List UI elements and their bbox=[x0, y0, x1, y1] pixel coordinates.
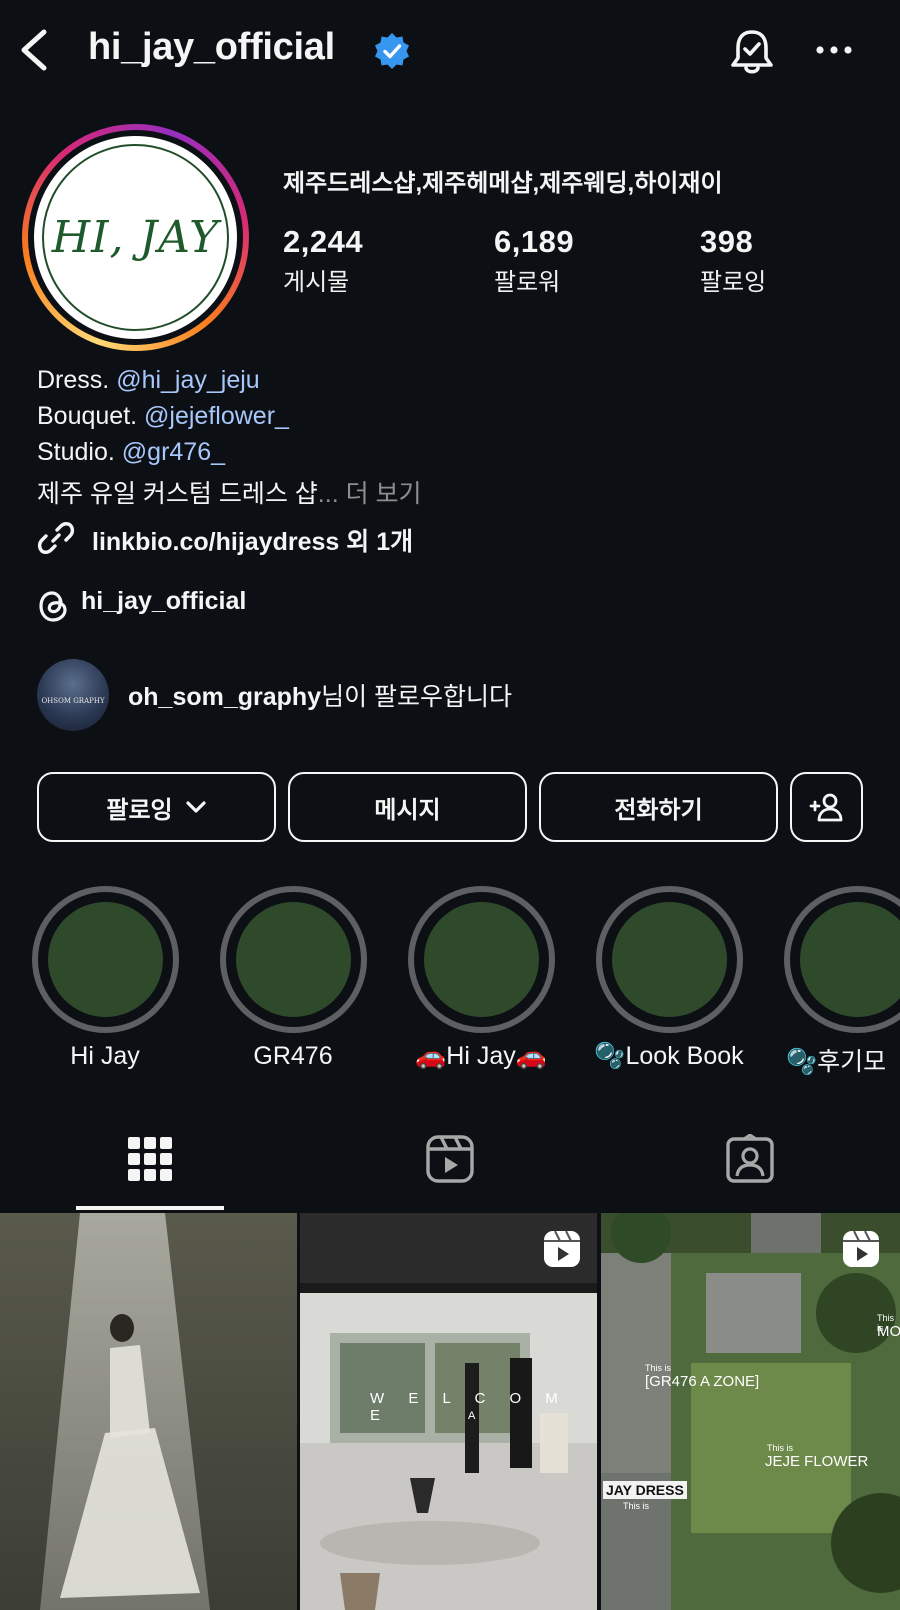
video-overlay-subtext: A bbox=[468, 1410, 476, 1422]
following-count-label: 팔로잉 bbox=[700, 269, 767, 296]
map-label-mo: MO bbox=[877, 1323, 900, 1340]
bio-line-dress: Dress. @hi_jay_jeju bbox=[37, 366, 260, 395]
following-button-label: 팔로잉 bbox=[106, 796, 173, 824]
aerial-map-video-thumbnail bbox=[601, 1213, 900, 1610]
posts-count-value: 2,244 bbox=[283, 224, 364, 259]
highlight-reviews[interactable] bbox=[784, 886, 900, 1033]
bio-more-button[interactable]: 더 보기 bbox=[339, 480, 422, 508]
highlight-label: 🫧후기모 bbox=[786, 1048, 887, 1076]
highlight-label: 🚗Hi Jay🚗 bbox=[415, 1042, 547, 1070]
message-button[interactable]: 메시지 bbox=[288, 772, 527, 842]
map-caption-small: This is bbox=[623, 1501, 650, 1511]
chevron-down-icon bbox=[186, 801, 206, 813]
add-user-button[interactable] bbox=[790, 772, 863, 842]
message-button-label: 메시지 bbox=[374, 796, 441, 824]
reels-icon[interactable] bbox=[425, 1134, 475, 1184]
following-count-value: 398 bbox=[700, 224, 754, 259]
highlight-look-book[interactable] bbox=[596, 886, 743, 1033]
verified-icon bbox=[375, 33, 409, 69]
bio-prefix: Bouquet. bbox=[37, 402, 145, 430]
reel-indicator-icon bbox=[544, 1230, 580, 1267]
profile-link[interactable]: linkbio.co/hijaydress 외 1개 bbox=[92, 522, 413, 558]
highlight-hi-jay[interactable] bbox=[32, 886, 179, 1033]
profile-username: hi_jay_official bbox=[88, 26, 335, 68]
bio-line-bouquet: Bouquet. @jejeflower_ bbox=[37, 402, 289, 431]
highlight-label: Hi Jay bbox=[70, 1042, 140, 1070]
followed-by-suffix: 님이 팔로우합니다 bbox=[321, 683, 513, 711]
bio-ellipsis: ... bbox=[317, 480, 339, 508]
post-tile-1[interactable] bbox=[0, 1213, 297, 1610]
bio-prefix: Studio. bbox=[37, 438, 122, 466]
avatar-logo-text: HI, JAY bbox=[51, 212, 220, 263]
call-button[interactable]: 전화하기 bbox=[539, 772, 778, 842]
mention-link[interactable]: @hi_jay_jeju bbox=[116, 366, 260, 394]
threads-handle[interactable]: hi_jay_official bbox=[81, 587, 246, 616]
follower-avatar[interactable]: OHSOM GRAPHY bbox=[37, 659, 109, 731]
map-caption-small: This is bbox=[645, 1363, 672, 1373]
profile-avatar[interactable]: HI, JAY bbox=[22, 124, 249, 351]
mention-link[interactable]: @jejeflower_ bbox=[144, 402, 289, 430]
posts-count-label: 게시물 bbox=[283, 269, 350, 296]
map-label-jeje-flower: JEJE FLOWER bbox=[765, 1453, 869, 1470]
followers-count-label: 팔로워 bbox=[494, 269, 561, 296]
following-count[interactable]: 398 팔로잉 bbox=[700, 224, 766, 297]
link-icon bbox=[37, 522, 75, 554]
highlight-hi-jay-car[interactable] bbox=[408, 886, 555, 1033]
followed-by-text[interactable]: oh_som_graphy님이 팔로우합니다 bbox=[128, 677, 512, 713]
map-caption-small: This is bbox=[767, 1443, 794, 1453]
add-user-icon bbox=[809, 793, 842, 822]
more-icon[interactable] bbox=[814, 40, 860, 60]
mention-link[interactable]: @gr476_ bbox=[122, 438, 225, 466]
back-icon[interactable] bbox=[14, 24, 54, 76]
bride-veil-photo bbox=[0, 1213, 297, 1610]
highlight-label: GR476 bbox=[253, 1042, 333, 1070]
post-tile-3[interactable]: This is [GR476 A ZONE] This is JEJE FLOW… bbox=[601, 1213, 900, 1610]
call-button-label: 전화하기 bbox=[614, 796, 703, 824]
grid-icon[interactable] bbox=[125, 1134, 175, 1184]
active-tab-indicator bbox=[76, 1206, 224, 1210]
highlight-label: 🫧Look Book bbox=[594, 1042, 744, 1070]
bio-prefix: Dress. bbox=[37, 366, 117, 394]
posts-count[interactable]: 2,244 게시물 bbox=[283, 224, 363, 297]
profile-category: 제주드레스샵,제주헤메샵,제주웨딩,하이재이 bbox=[283, 170, 723, 197]
followed-by-username: oh_som_graphy bbox=[128, 683, 322, 711]
map-label-jay-dress: JAY DRESS bbox=[603, 1481, 687, 1499]
highlight-gr476[interactable] bbox=[220, 886, 367, 1033]
map-label-gr476: [GR476 A ZONE] bbox=[645, 1373, 760, 1390]
followers-count[interactable]: 6,189 팔로워 bbox=[494, 224, 574, 297]
reel-indicator-icon bbox=[843, 1230, 879, 1267]
tagged-icon[interactable] bbox=[725, 1134, 775, 1184]
threads-icon[interactable] bbox=[36, 587, 70, 625]
followers-count-value: 6,189 bbox=[494, 224, 575, 259]
following-button[interactable]: 팔로잉 bbox=[37, 772, 276, 842]
post-tile-2[interactable]: W E L C O M E A bbox=[300, 1213, 597, 1610]
bell-icon[interactable] bbox=[726, 26, 778, 78]
video-overlay-text: W E L C O M E bbox=[370, 1390, 568, 1424]
follower-avatar-text: OHSOM GRAPHY bbox=[41, 697, 105, 705]
bio-description: 제주 유일 커스텀 드레스 샵... 더 보기 bbox=[37, 474, 422, 510]
bio-line-studio: Studio. @gr476_ bbox=[37, 438, 225, 467]
bio-description-text: 제주 유일 커스텀 드레스 샵 bbox=[37, 480, 318, 508]
